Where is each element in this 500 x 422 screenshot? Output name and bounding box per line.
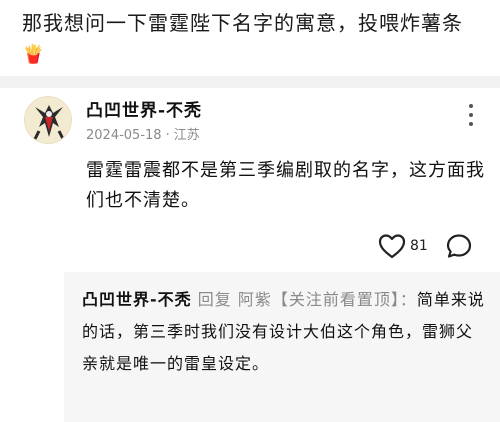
reply-text: 凸凹世界-不秃 回复 阿紫【关注前看置顶】：简单来说的话，第三季时我们没有设计大…: [82, 284, 486, 380]
meta-separator: ·: [165, 128, 170, 143]
vertical-more-icon[interactable]: [468, 104, 474, 126]
comment-meta: 2024-05-18 · 江苏: [86, 124, 200, 143]
heart-outline-icon[interactable]: [378, 233, 406, 259]
speech-bubble-icon[interactable]: [446, 233, 472, 259]
like-count: 81: [410, 238, 428, 254]
fries-emoji-icon: 🍟: [22, 44, 46, 65]
avatar-character-icon: [25, 97, 71, 143]
reply-word: 回复: [197, 290, 232, 309]
section-divider: [0, 76, 500, 88]
avatar[interactable]: [24, 96, 72, 144]
comment-page: 那我想问一下雷霆陛下名字的寓意，投喂炸薯条 🍟 凸凹世界-不秃 2024-05-1…: [0, 0, 500, 422]
comment-date: 2024-05-18: [86, 128, 162, 143]
comment-location: 江苏: [173, 128, 200, 143]
reply-author[interactable]: 凸凹世界-不秃: [82, 290, 192, 309]
comment-username[interactable]: 凸凹世界-不秃: [86, 96, 202, 121]
reply-colon: ：: [399, 290, 417, 309]
reply-target[interactable]: 阿紫【关注前看置顶】: [238, 290, 400, 309]
post-text: 那我想问一下雷霆陛下名字的寓意，投喂炸薯条 🍟: [22, 8, 484, 70]
post-text-body: 那我想问一下雷霆陛下名字的寓意，投喂炸薯条: [22, 11, 463, 35]
comment-text: 雷霆雷震都不是第三季编剧取的名字，这方面我们也不清楚。: [86, 160, 485, 211]
